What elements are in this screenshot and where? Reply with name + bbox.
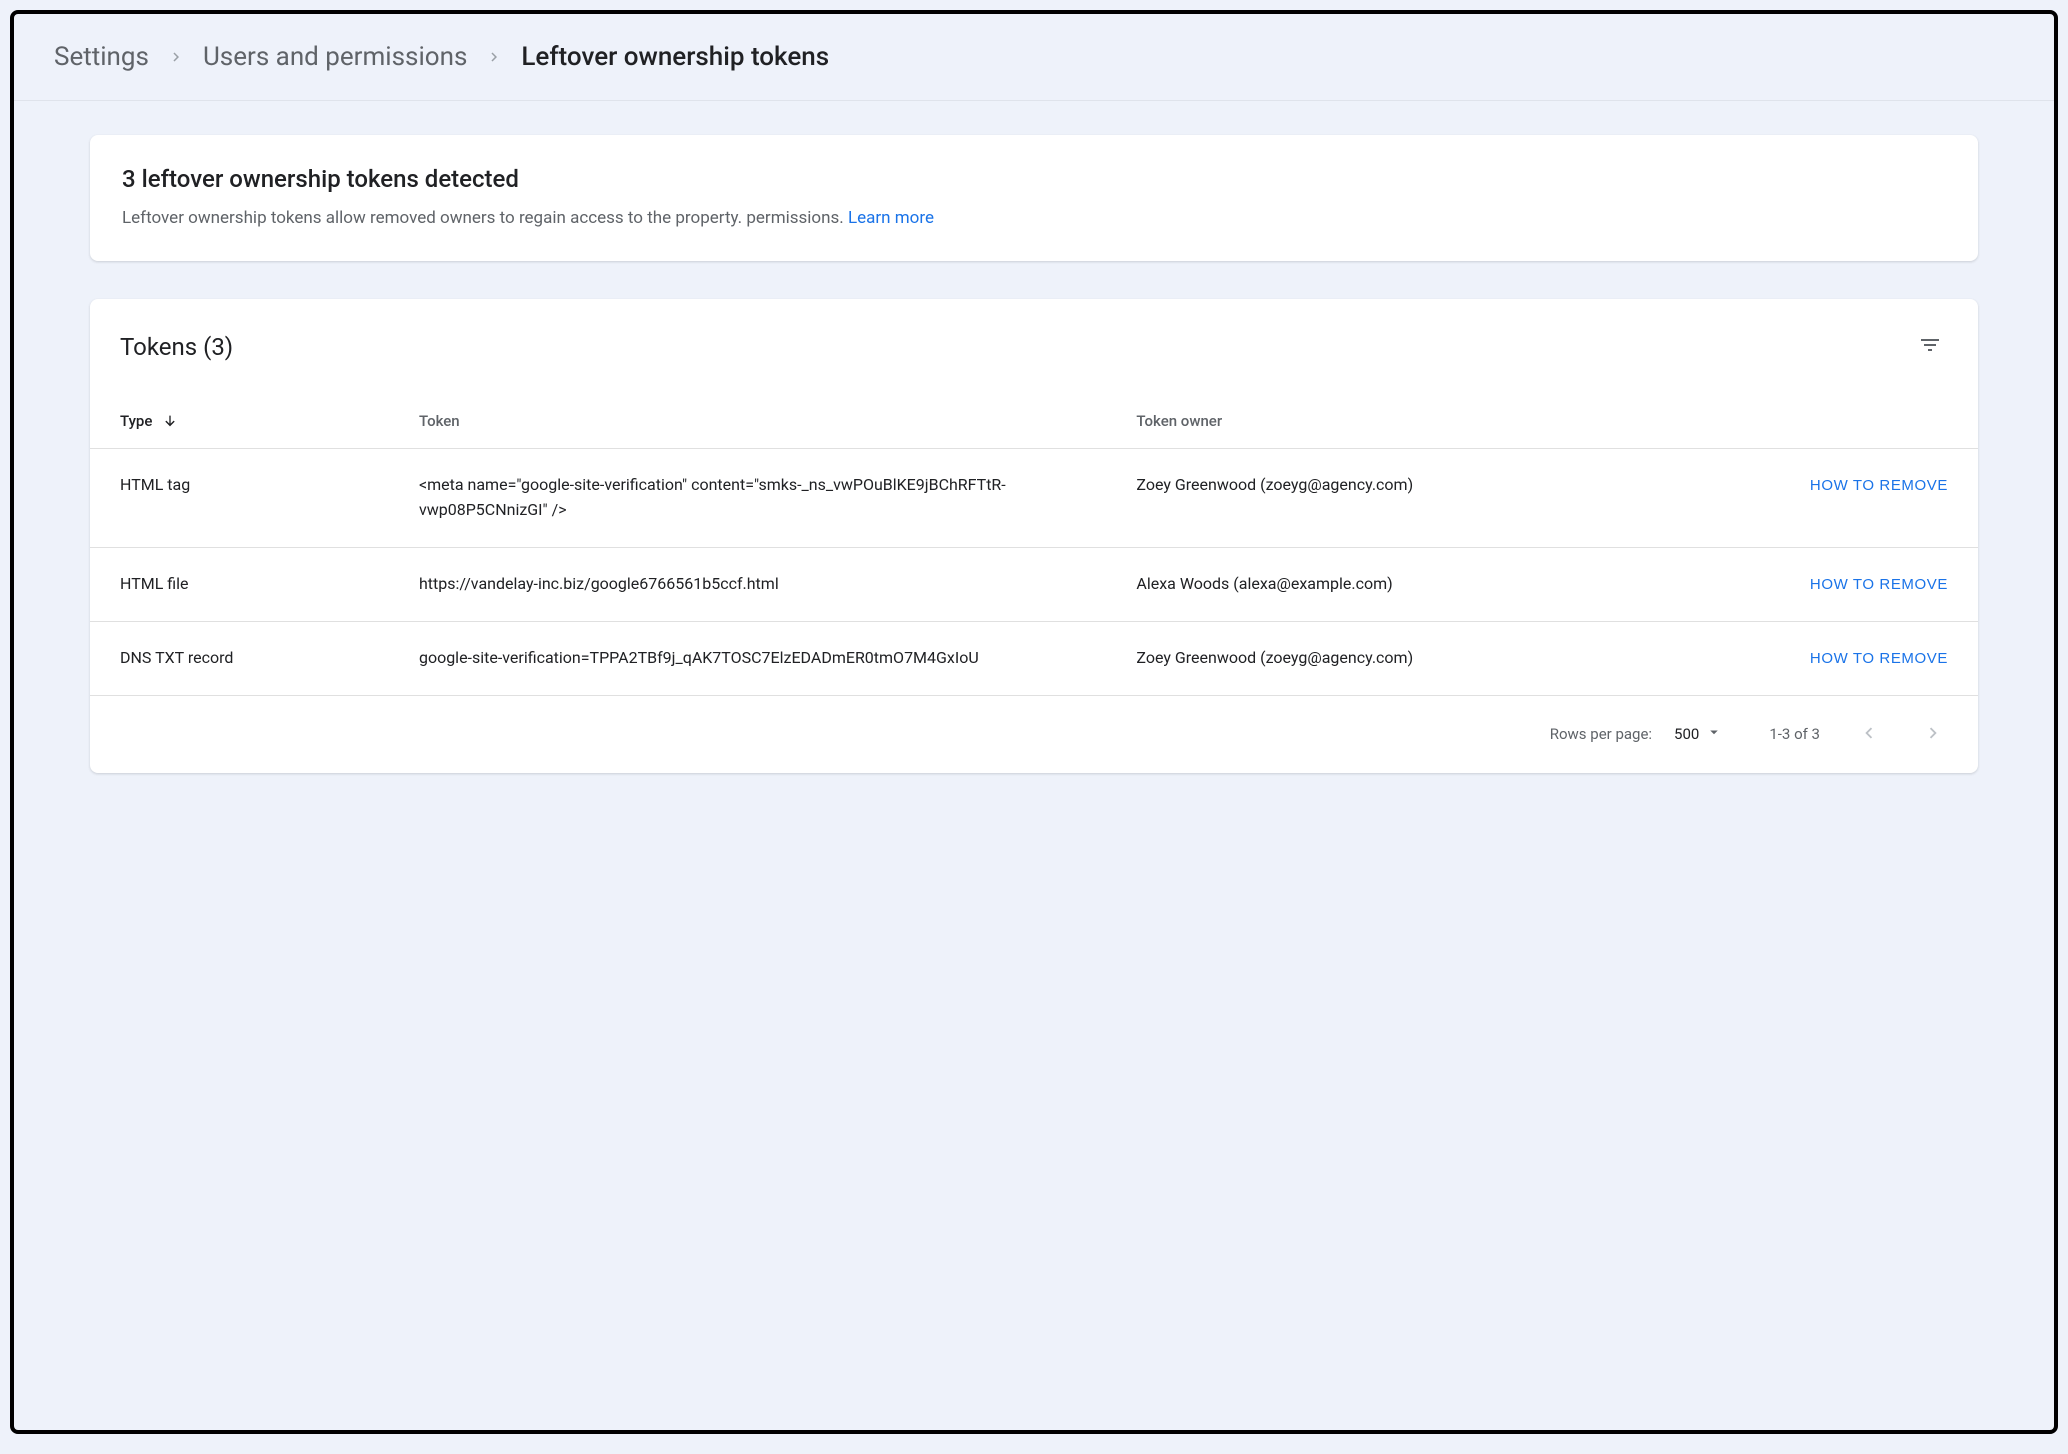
breadcrumb: Settings Users and permissions Leftover … [14,14,2054,101]
breadcrumb-current: Leftover ownership tokens [521,42,829,72]
tokens-table: Type Token Token owner HTML tag<meta nam… [90,406,1978,695]
cell-owner: Zoey Greenwood (zoeyg@agency.com) [1128,449,1657,548]
rows-per-page-value: 500 [1674,725,1699,743]
filter-button[interactable] [1912,327,1948,366]
cell-type: DNS TXT record [90,621,411,695]
column-header-owner[interactable]: Token owner [1128,406,1657,449]
how-to-remove-button[interactable]: HOW TO REMOVE [1810,650,1948,667]
cell-token: <meta name="google-site-verification" co… [411,449,1128,548]
table-row: HTML tag<meta name="google-site-verifica… [90,449,1978,548]
cell-owner: Alexa Woods (alexa@example.com) [1128,547,1657,621]
table-footer: Rows per page: 500 1-3 of 3 [90,696,1978,773]
next-page-button[interactable] [1918,718,1948,751]
how-to-remove-button[interactable]: HOW TO REMOVE [1810,576,1948,593]
column-header-type[interactable]: Type [90,406,411,449]
cell-token: https://vandelay-inc.biz/google6766561b5… [411,547,1128,621]
cell-owner: Zoey Greenwood (zoeyg@agency.com) [1128,621,1657,695]
filter-icon [1918,345,1942,360]
rows-per-page-label: Rows per page: [1550,725,1652,743]
table-row: DNS TXT recordgoogle-site-verification=T… [90,621,1978,695]
rows-per-page-select[interactable]: 500 [1674,723,1723,745]
table-row: HTML filehttps://vandelay-inc.biz/google… [90,547,1978,621]
chevron-right-icon [1922,732,1944,747]
table-title: Tokens (3) [120,333,233,361]
breadcrumb-users-permissions[interactable]: Users and permissions [203,42,467,72]
arrow-down-icon [156,412,178,430]
banner-body-text: Leftover ownership tokens allow removed … [122,208,848,228]
tokens-card: Tokens (3) Type [90,299,1978,772]
chevron-right-icon [485,48,503,66]
banner-card: 3 leftover ownership tokens detected Lef… [90,135,1978,261]
breadcrumb-settings[interactable]: Settings [54,42,149,72]
chevron-left-icon [1858,732,1880,747]
column-header-action [1657,406,1978,449]
previous-page-button[interactable] [1854,718,1884,751]
learn-more-link[interactable]: Learn more [848,208,934,228]
dropdown-icon [1705,723,1723,745]
banner-body: Leftover ownership tokens allow removed … [122,205,1946,231]
cell-token: google-site-verification=TPPA2TBf9j_qAK7… [411,621,1128,695]
column-header-token[interactable]: Token [411,406,1128,449]
cell-type: HTML file [90,547,411,621]
how-to-remove-button[interactable]: HOW TO REMOVE [1810,477,1948,494]
column-header-type-label: Type [120,412,152,430]
cell-type: HTML tag [90,449,411,548]
pagination-range: 1-3 of 3 [1769,725,1820,743]
chevron-right-icon [167,48,185,66]
banner-title: 3 leftover ownership tokens detected [122,165,1946,193]
